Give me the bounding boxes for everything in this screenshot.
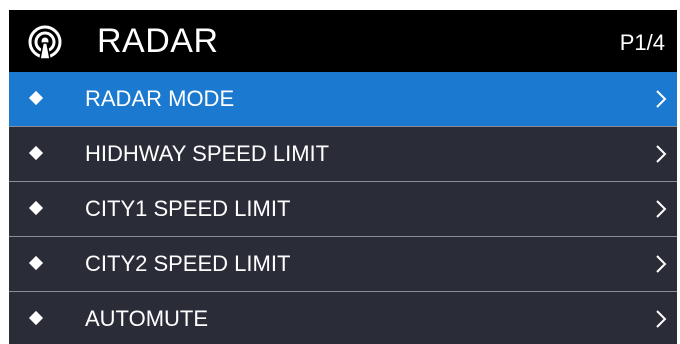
radar-menu-list: RADAR MODE HIDHWAY SPEED LIMIT CITY1 SPE… [9,72,677,344]
menu-item-highway-speed-limit[interactable]: HIDHWAY SPEED LIMIT [9,127,677,182]
chevron-right-icon [656,200,667,218]
menu-item-city2-speed-limit[interactable]: CITY2 SPEED LIMIT [9,237,677,292]
chevron-right-icon [656,255,667,273]
diamond-icon [28,255,44,271]
diamond-icon [28,310,44,326]
chevron-right-icon [656,90,667,108]
menu-item-label: CITY1 SPEED LIMIT [85,196,291,221]
radar-icon [28,25,62,60]
header-bar: RADAR P1/4 [9,10,677,72]
menu-item-label: HIDHWAY SPEED LIMIT [85,141,330,166]
page-indicator: P1/4 [619,30,665,55]
radar-settings-screen: RADAR P1/4 RADAR MODE HIDHWAY SPEED LIMI… [9,10,677,344]
menu-item-label: AUTOMUTE [85,306,209,331]
menu-item-automute[interactable]: AUTOMUTE [9,292,677,344]
menu-item-label: CITY2 SPEED LIMIT [85,251,291,276]
chevron-right-icon [656,145,667,163]
menu-item-radar-mode[interactable]: RADAR MODE [9,72,677,127]
page-title: RADAR [97,22,219,60]
menu-item-city1-speed-limit[interactable]: CITY1 SPEED LIMIT [9,182,677,237]
diamond-icon [28,145,44,161]
diamond-icon [28,200,44,216]
diamond-icon [28,90,44,106]
chevron-right-icon [656,310,667,328]
menu-item-label: RADAR MODE [85,86,235,111]
